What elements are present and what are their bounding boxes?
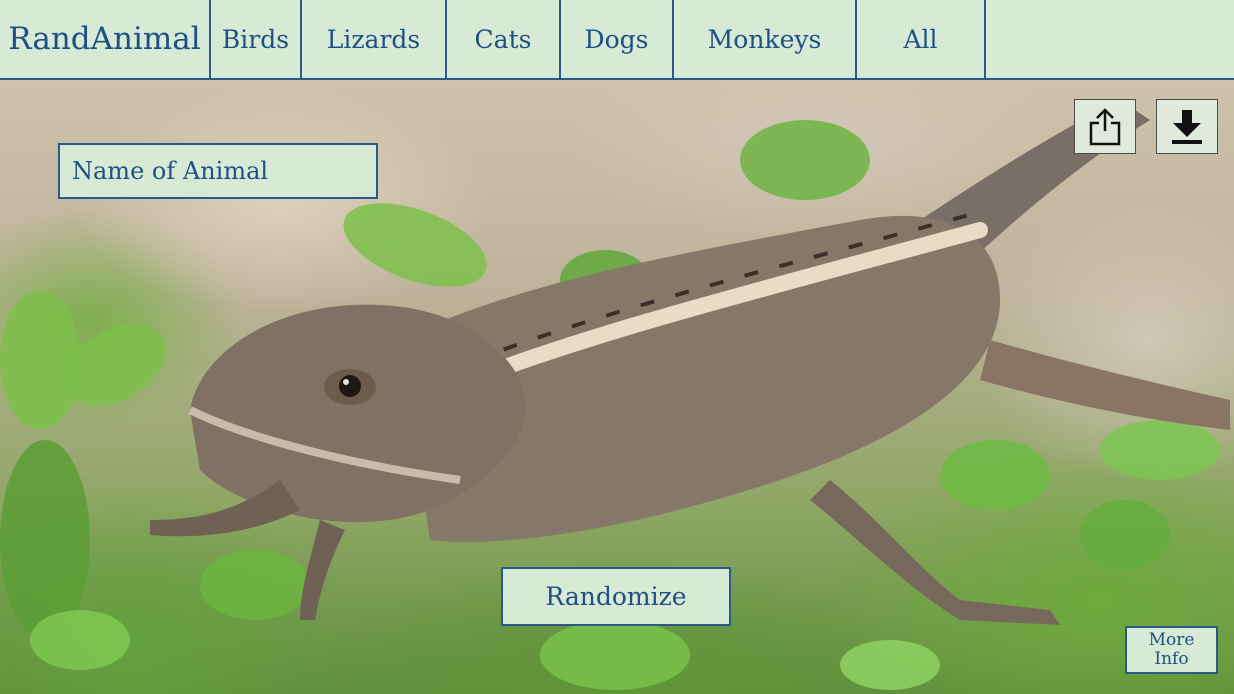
share-icon: [1089, 107, 1121, 145]
brand-logo[interactable]: RandAnimal: [0, 0, 211, 78]
animal-name-label: Name of Animal: [58, 143, 378, 199]
navbar-spacer: [986, 0, 1234, 78]
more-info-button[interactable]: More Info: [1125, 626, 1218, 674]
download-icon: [1172, 109, 1202, 144]
navbar: RandAnimal Birds Lizards Cats Dogs Monke…: [0, 0, 1234, 80]
share-button[interactable]: [1074, 99, 1136, 154]
nav-item-all[interactable]: All: [857, 0, 986, 78]
nav-item-birds[interactable]: Birds: [211, 0, 302, 78]
nav-item-monkeys[interactable]: Monkeys: [674, 0, 857, 78]
randomize-button[interactable]: Randomize: [501, 567, 731, 626]
nav-item-cats[interactable]: Cats: [447, 0, 561, 78]
nav-item-dogs[interactable]: Dogs: [561, 0, 674, 78]
nav-item-lizards[interactable]: Lizards: [302, 0, 447, 78]
download-button[interactable]: [1156, 99, 1218, 154]
